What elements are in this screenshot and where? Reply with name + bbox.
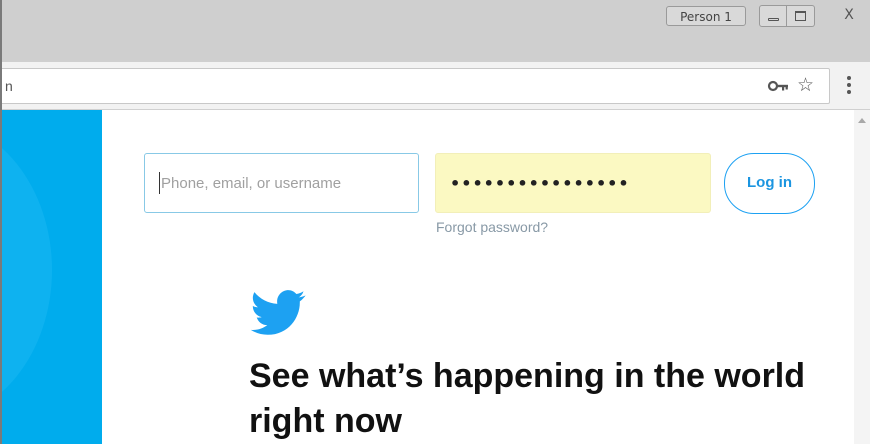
vertical-scrollbar[interactable] <box>854 110 870 444</box>
star-icon[interactable]: ☆ <box>797 72 814 98</box>
twitter-bird-icon <box>251 290 306 335</box>
username-input[interactable] <box>144 153 419 213</box>
login-button[interactable]: Log in <box>724 153 815 214</box>
minimize-button[interactable] <box>759 5 787 27</box>
close-button[interactable]: X <box>837 4 861 26</box>
browser-toolbar: n ☆ <box>2 62 870 110</box>
browser-window: Person 1 X n ☆ Forgot password? <box>0 0 870 444</box>
password-input[interactable] <box>435 153 711 213</box>
key-icon[interactable] <box>767 76 789 96</box>
hero-band <box>2 110 102 444</box>
address-bar[interactable]: n ☆ <box>2 68 830 104</box>
maximize-button[interactable] <box>787 5 815 27</box>
forgot-password-link[interactable]: Forgot password? <box>436 219 548 235</box>
page-content: Forgot password? Log in See what’s happe… <box>2 110 854 444</box>
window-controls <box>759 5 815 27</box>
scroll-up-arrow-icon[interactable] <box>858 118 866 123</box>
hero-headline: See what’s happening in the world right … <box>249 357 806 440</box>
text-caret <box>159 172 160 194</box>
menu-icon[interactable] <box>846 76 852 98</box>
title-bar: Person 1 X <box>2 0 870 62</box>
profile-button[interactable]: Person 1 <box>666 6 746 26</box>
address-text: n <box>5 78 13 94</box>
